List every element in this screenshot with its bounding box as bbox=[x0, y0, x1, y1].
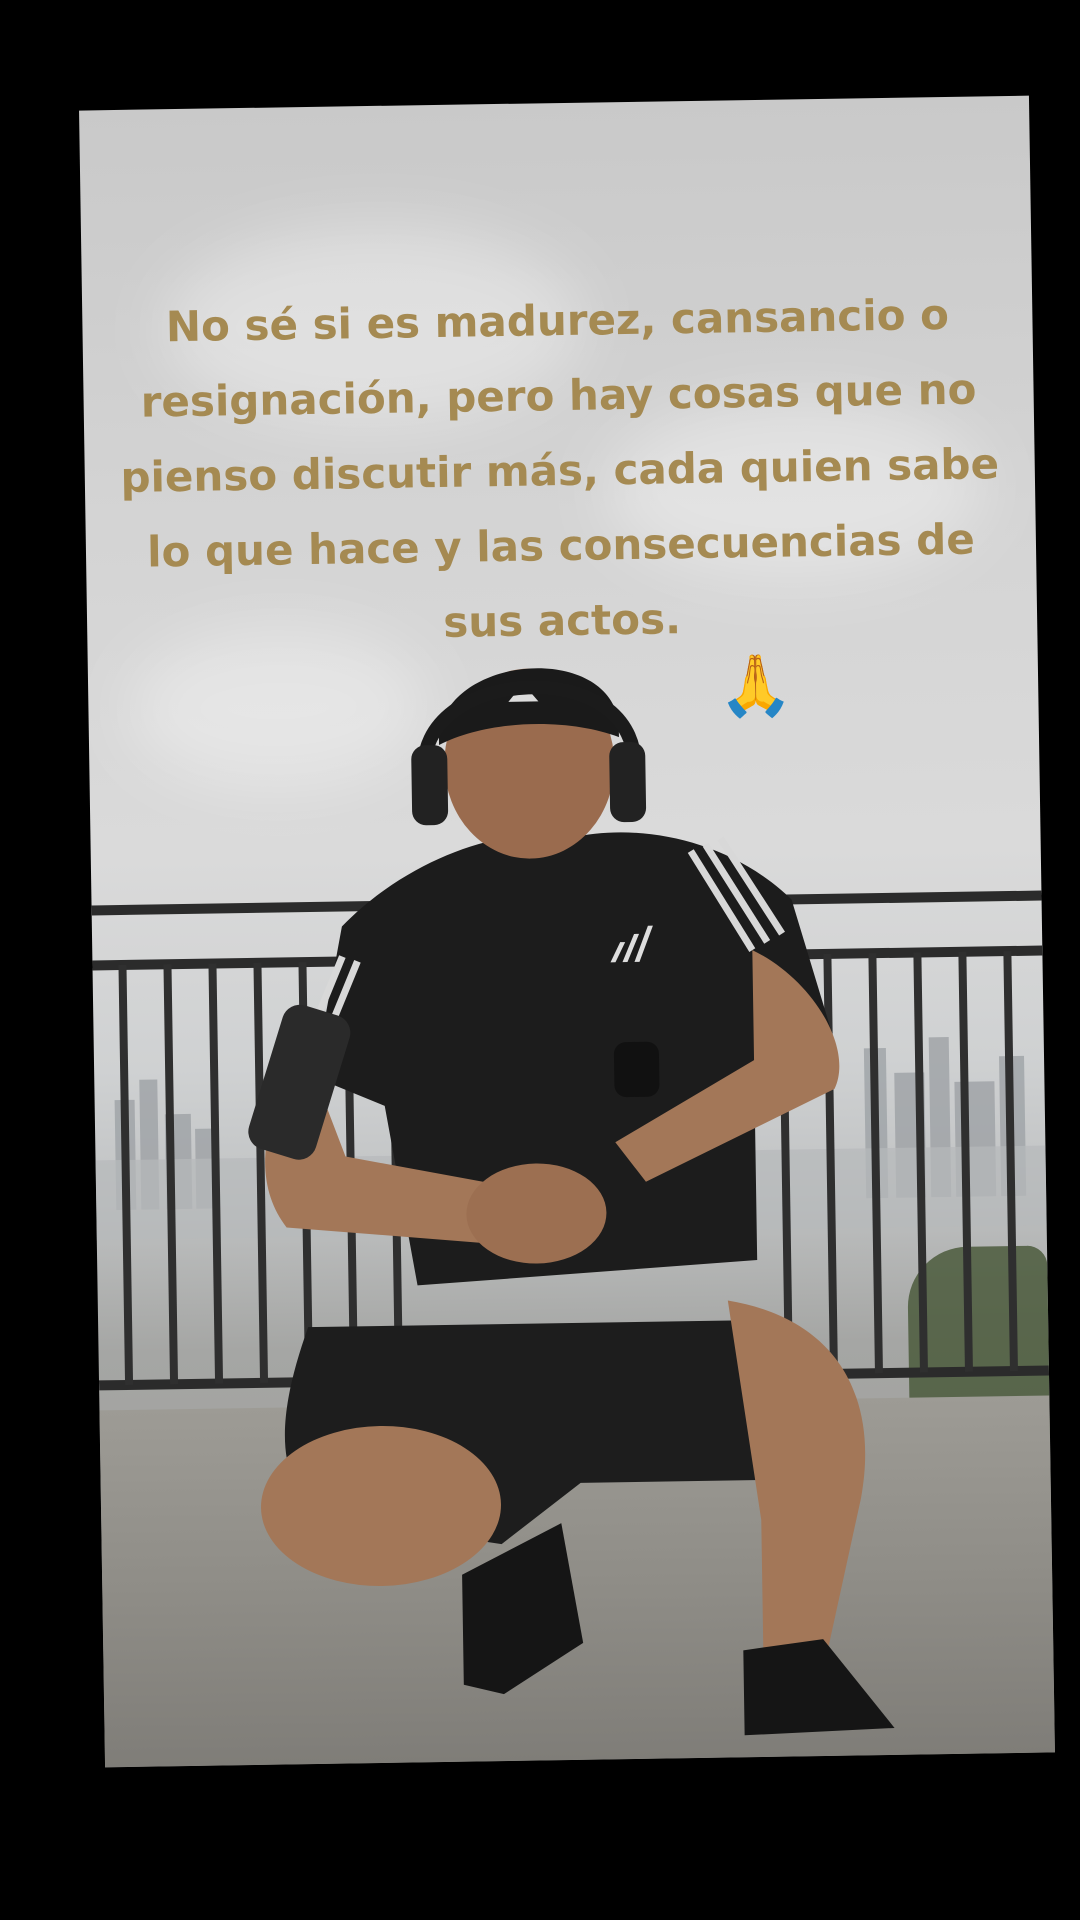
quote-line: resignación, pero hay cosas que no bbox=[140, 364, 977, 427]
quote-line: No sé si es madurez, cansancio o bbox=[165, 289, 950, 352]
quote-line: lo que hace y las consecuencias de bbox=[146, 514, 976, 577]
quote-line: pienso discutir más, cada quien sabe bbox=[120, 439, 1000, 502]
photo-card: No sé si es madurez, cansancio o resigna… bbox=[79, 95, 1055, 1768]
quote-line: sus actos. bbox=[442, 594, 682, 647]
quote-text: No sé si es madurez, cansancio o resigna… bbox=[100, 276, 1020, 665]
praying-hands-emoji: 🙏 bbox=[717, 650, 794, 722]
person-silhouette bbox=[248, 668, 895, 1736]
